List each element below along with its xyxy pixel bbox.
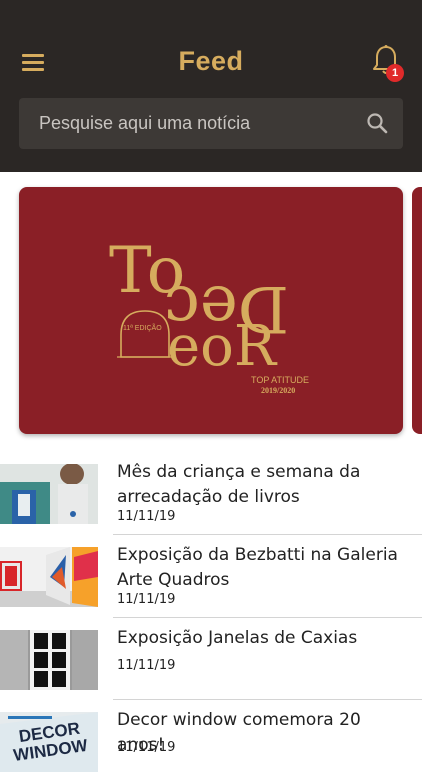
news-item[interactable]: Mês da criança e semana da arrecadação d… <box>0 452 422 534</box>
top-decor-logo: To Dec eoR 11ª EDIÇÃO TOP ATITUDE 2019/2… <box>109 234 309 395</box>
logo-text-eor: eoR <box>167 314 278 379</box>
news-item[interactable]: Exposição Janelas de Caxias 11/11/19 <box>0 618 422 700</box>
news-thumbnail <box>0 464 98 524</box>
search-bar[interactable]: Pesquise aqui uma notícia <box>19 98 403 149</box>
news-thumbnail <box>0 547 98 607</box>
search-input[interactable]: Pesquise aqui uma notícia <box>39 113 250 134</box>
news-title: Mês da criança e semana da arrecadação d… <box>117 462 361 507</box>
top-atitude-label: TOP ATITUDE <box>251 375 309 385</box>
next-banner-peek[interactable] <box>412 187 422 434</box>
edition-label: 11ª EDIÇÃO <box>123 323 162 332</box>
news-title: Exposição da Bezbatti na Galeria Arte Qu… <box>117 545 398 590</box>
news-item[interactable]: DECOR WINDOW Decor window comemora 20 an… <box>0 700 422 782</box>
news-date: 11/11/19 <box>117 509 176 524</box>
search-icon[interactable] <box>365 111 389 135</box>
notification-badge: 1 <box>386 64 404 82</box>
news-date: 11/11/19 <box>117 658 176 673</box>
featured-banner[interactable]: To Dec eoR 11ª EDIÇÃO TOP ATITUDE 2019/2… <box>19 187 403 434</box>
app-header: Feed 1 Pesquise aqui uma notícia <box>0 0 422 172</box>
news-thumbnail <box>0 630 98 690</box>
news-thumbnail: DECOR WINDOW <box>0 712 98 772</box>
page-title: Feed <box>178 46 244 76</box>
news-date: 11/11/19 <box>117 740 176 755</box>
news-date: 11/11/19 <box>117 592 176 607</box>
news-title: Exposição Janelas de Caxias <box>117 628 358 648</box>
news-item[interactable]: Exposição da Bezbatti na Galeria Arte Qu… <box>0 535 422 617</box>
year-label: 2019/2020 <box>261 386 295 395</box>
